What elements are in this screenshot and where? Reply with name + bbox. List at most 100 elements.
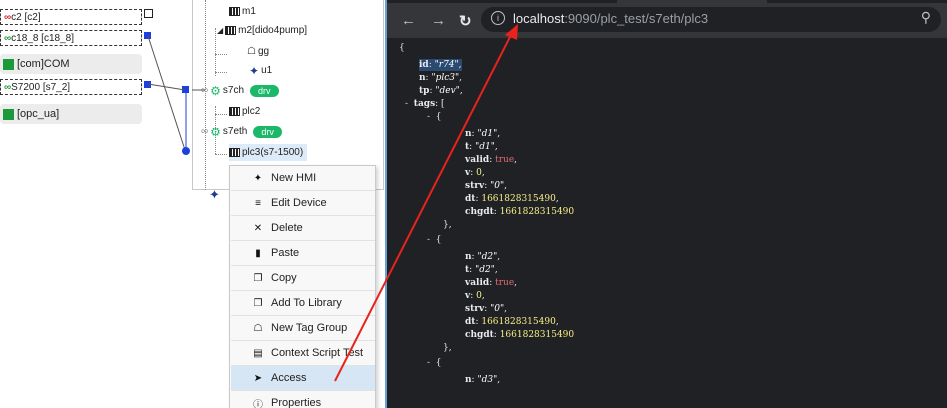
copy-icon: ❐ bbox=[253, 272, 263, 284]
json-line: n: "d2", bbox=[465, 252, 501, 262]
tree-node-label: gg bbox=[257, 46, 270, 57]
json-value: true bbox=[495, 155, 515, 165]
json-value: 1661828315490 bbox=[481, 317, 556, 327]
tree-node-label: m1 bbox=[242, 6, 256, 17]
context-menu: ✦ New HMI ≡ Edit Device ✕ Delete ▮ Paste… bbox=[229, 165, 376, 408]
tree-guide bbox=[215, 28, 216, 76]
json-line: - { bbox=[427, 112, 442, 122]
json-value: "plc3" bbox=[431, 73, 460, 83]
json-value: "r74" bbox=[434, 60, 459, 70]
tree-node-label: s7ch bbox=[222, 85, 245, 96]
gear-icon: ⚙ bbox=[210, 124, 221, 139]
json-key: tp bbox=[419, 86, 430, 96]
tree-node-s7ch[interactable]: ∞ ⚙ s7ch drv bbox=[201, 82, 279, 99]
back-icon[interactable]: ← bbox=[401, 12, 416, 29]
tree-node-plc3[interactable]: plc3(s7-1500) bbox=[229, 144, 308, 161]
json-value: 1661828315490 bbox=[481, 194, 556, 204]
link-icon: ∞ bbox=[201, 85, 209, 96]
connector-label: [com]COM bbox=[17, 58, 70, 70]
menu-item-new-tag-group[interactable]: ☖ New Tag Group bbox=[231, 316, 375, 341]
tree-node-m2[interactable]: ◢ m2[dido4pump] bbox=[217, 22, 307, 39]
menu-item-add-to-library[interactable]: ❐ Add To Library bbox=[231, 291, 375, 316]
tree-node-u1[interactable]: ✦ u1 bbox=[249, 62, 272, 79]
port-empty-handle[interactable] bbox=[144, 9, 153, 18]
tree-node-label: plc2 bbox=[242, 106, 261, 117]
json-line: chgdt: 1661828315490 bbox=[465, 207, 575, 217]
connector-label: S7200 [s7_2] bbox=[11, 81, 71, 93]
json-line: valid: true, bbox=[465, 155, 518, 165]
device-tree: m1 ◢ m2[dido4pump] ☖ gg ✦ u1 ∞ ⚙ s7ch dr… bbox=[192, 0, 384, 202]
json-value: "0" bbox=[490, 304, 505, 314]
help-circle-icon: ⓘ bbox=[253, 399, 263, 408]
collapse-icon[interactable]: ◢ bbox=[217, 26, 223, 35]
json-key: chgdt bbox=[465, 330, 494, 340]
address-bar[interactable]: i localhost:9090/plc_test/s7eth/plc3 ⚲ bbox=[481, 7, 941, 32]
menu-item-context-script-test[interactable]: ▤ Context Script Test bbox=[231, 341, 375, 366]
connector-c2[interactable]: ∞ c2 [c2] bbox=[0, 9, 142, 25]
tree-guide bbox=[215, 54, 227, 55]
json-value: "d2" bbox=[477, 252, 498, 262]
puzzle-icon: ✦ bbox=[253, 172, 263, 184]
list-icon: ▤ bbox=[253, 347, 263, 359]
menu-item-new-hmi[interactable]: ✦ New HMI bbox=[231, 166, 375, 191]
connector-label: c2 [c2] bbox=[11, 11, 41, 23]
port-handle[interactable] bbox=[182, 86, 189, 93]
url-text[interactable]: localhost:9090/plc_test/s7eth/plc3 bbox=[513, 11, 708, 26]
json-value: "d1" bbox=[475, 142, 495, 152]
json-key: chgdt bbox=[465, 207, 494, 217]
tree-node-label: s7eth bbox=[222, 126, 248, 137]
connector-c18-8[interactable]: ∞ c18_8 [c18_8] bbox=[0, 30, 142, 46]
tree-node-m1[interactable]: m1 bbox=[229, 3, 256, 20]
tree-node-label: u1 bbox=[261, 65, 273, 76]
menu-item-properties[interactable]: ⓘ Properties bbox=[231, 391, 375, 408]
menu-item-delete[interactable]: ✕ Delete bbox=[231, 216, 375, 241]
json-line: - { bbox=[427, 358, 442, 368]
menu-item-edit-device[interactable]: ≡ Edit Device bbox=[231, 191, 375, 216]
json-bracket: [ bbox=[441, 99, 445, 109]
tree-node-plc2[interactable]: plc2 bbox=[229, 103, 260, 120]
json-key: id bbox=[419, 60, 429, 70]
reload-icon[interactable]: ↻ bbox=[459, 12, 472, 30]
url-host: localhost bbox=[513, 11, 565, 26]
copy-icon: ❐ bbox=[253, 297, 263, 309]
connector-com[interactable]: [com]COM bbox=[0, 54, 142, 74]
forward-icon[interactable]: → bbox=[431, 12, 446, 29]
json-line: n: "d1", bbox=[465, 129, 501, 139]
tree-node-s7eth[interactable]: ∞ ⚙ s7eth drv bbox=[201, 123, 282, 140]
puzzle-icon: ✦ bbox=[209, 186, 220, 202]
port-handle[interactable] bbox=[144, 32, 151, 39]
menu-item-label: Add To Library bbox=[271, 297, 342, 309]
zoom-icon[interactable]: ⚲ bbox=[921, 9, 931, 26]
json-key: dt bbox=[465, 317, 476, 327]
toolbar: ← → ↻ i localhost:9090/plc_test/s7eth/pl… bbox=[387, 3, 947, 38]
tree-node-gg[interactable]: ☖ gg bbox=[247, 43, 269, 60]
json-value: 1661828315490 bbox=[499, 207, 575, 217]
info-icon[interactable]: i bbox=[491, 11, 505, 25]
json-line: chgdt: 1661828315490 bbox=[465, 330, 575, 340]
menu-item-label: Context Script Test bbox=[271, 347, 364, 359]
port-handle[interactable] bbox=[144, 81, 151, 88]
menu-item-label: New HMI bbox=[271, 172, 317, 184]
json-line: strv: "0", bbox=[465, 304, 507, 314]
link-icon: ∞ bbox=[4, 32, 12, 44]
connector-s7200[interactable]: ∞ S7200 [s7_2] bbox=[0, 79, 142, 95]
puzzle-icon: ✦ bbox=[249, 63, 260, 78]
link-icon: ∞ bbox=[4, 81, 12, 93]
json-key: valid bbox=[465, 155, 490, 165]
menu-item-access[interactable]: ➤ Access bbox=[231, 366, 375, 391]
link-broken-icon: ∞ bbox=[4, 11, 12, 23]
connector-opc-ua[interactable]: [opc_ua] bbox=[0, 104, 142, 124]
menu-item-paste[interactable]: ▮ Paste bbox=[231, 241, 375, 266]
connector-label: [opc_ua] bbox=[17, 108, 60, 120]
json-line: strv: "0", bbox=[465, 181, 507, 191]
clipboard-icon: ▮ bbox=[255, 247, 261, 259]
menu-item-copy[interactable]: ❐ Copy bbox=[231, 266, 375, 291]
url-path: :9090/plc_test/s7eth/plc3 bbox=[564, 11, 709, 26]
green-square-icon bbox=[3, 58, 14, 70]
tree-node-partial[interactable]: ✦ bbox=[209, 186, 222, 203]
tree-node-label: plc3(s7-1500) bbox=[242, 147, 304, 158]
menu-item-label: Properties bbox=[271, 397, 322, 408]
driver-badge: drv bbox=[250, 84, 279, 97]
green-square-icon bbox=[3, 108, 14, 120]
json-value: "d3" bbox=[477, 375, 498, 385]
